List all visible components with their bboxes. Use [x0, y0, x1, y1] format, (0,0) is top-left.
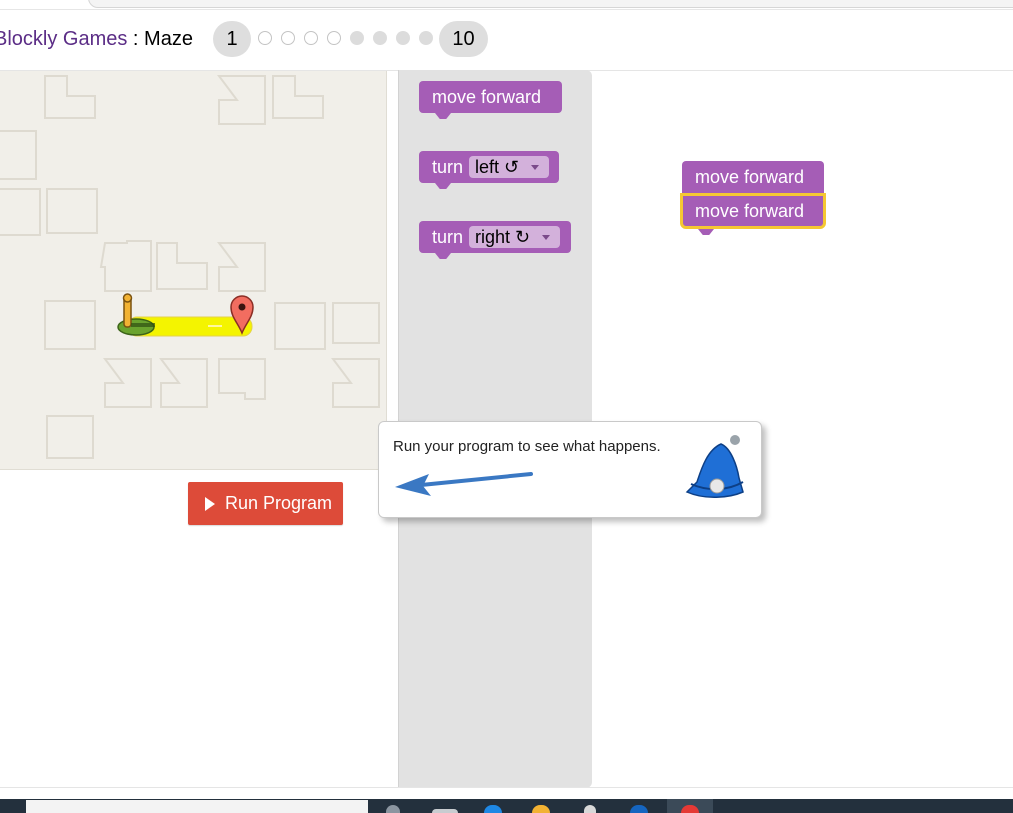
taskbar-app-icon[interactable] — [630, 805, 648, 813]
chrome-icon[interactable] — [681, 805, 699, 813]
store-icon[interactable] — [584, 805, 596, 813]
hint-dialog[interactable]: Run your program to see what happens. — [378, 421, 762, 518]
page-header: Blockly Games : Maze 1 10 — [0, 18, 1013, 62]
level-10-button[interactable]: 10 — [439, 21, 488, 57]
pegman-icon — [117, 293, 155, 336]
browser-top-bar — [0, 0, 1013, 8]
active-taskbar-slot[interactable] — [667, 799, 713, 813]
game-name: Maze — [144, 28, 193, 50]
level-7-dot[interactable] — [373, 31, 387, 45]
divider — [0, 9, 1013, 10]
run-program-label: Run Program — [225, 493, 333, 513]
dropdown-value: right ↻ — [475, 227, 531, 247]
arrow-left-icon — [395, 472, 533, 496]
bell-icon — [685, 435, 744, 498]
toolbox-turn-right-block[interactable]: turn right ↻ — [419, 221, 571, 259]
dropdown-arrow-icon — [542, 235, 551, 240]
toolbox-move-forward-block[interactable]: move forward — [419, 81, 562, 119]
level-3-dot[interactable] — [281, 31, 295, 45]
level-1-button[interactable]: 1 — [213, 21, 251, 57]
level-4-dot[interactable] — [304, 31, 318, 45]
taskbar-search-box[interactable] — [26, 800, 368, 813]
dropdown-value: left ↺ — [475, 157, 520, 177]
block-label: move forward — [432, 87, 542, 107]
block-label: turn — [432, 157, 464, 177]
taskbar-icon[interactable] — [432, 809, 458, 813]
level-6-dot[interactable] — [350, 31, 364, 45]
block-label: move forward — [695, 167, 805, 187]
taskbar-icon[interactable] — [386, 805, 400, 813]
folder-icon[interactable] — [532, 805, 550, 813]
blockly-games-link[interactable]: Blockly Games — [0, 28, 127, 50]
maze-board — [0, 71, 387, 470]
hint-graphics — [395, 435, 744, 498]
level-5-dot[interactable] — [327, 31, 341, 45]
title-separator: : — [127, 28, 145, 50]
workspace-bottom-divider — [0, 787, 1013, 788]
workspace-move-forward-block[interactable]: move forward — [682, 161, 824, 193]
play-icon — [205, 497, 215, 511]
toolbox-turn-left-block[interactable]: turn left ↺ — [419, 151, 559, 189]
block-label: turn — [432, 227, 464, 247]
turn-direction-dropdown[interactable]: left ↺ — [469, 156, 550, 178]
level-8-dot[interactable] — [396, 31, 410, 45]
run-program-button[interactable]: Run Program — [188, 482, 343, 525]
edge-icon[interactable] — [484, 805, 502, 813]
level-9-dot[interactable] — [419, 31, 433, 45]
dropdown-arrow-icon — [531, 165, 540, 170]
os-taskbar — [0, 799, 1013, 813]
level-2-dot[interactable] — [258, 31, 272, 45]
turn-direction-dropdown[interactable]: right ↻ — [469, 226, 561, 248]
maze-background — [0, 75, 380, 459]
page-title: Blockly Games : Maze — [0, 28, 193, 51]
browser-address-bar[interactable] — [88, 0, 1013, 8]
workspace-move-forward-block-selected[interactable]: move forward — [680, 193, 826, 235]
block-label: move forward — [695, 201, 805, 221]
